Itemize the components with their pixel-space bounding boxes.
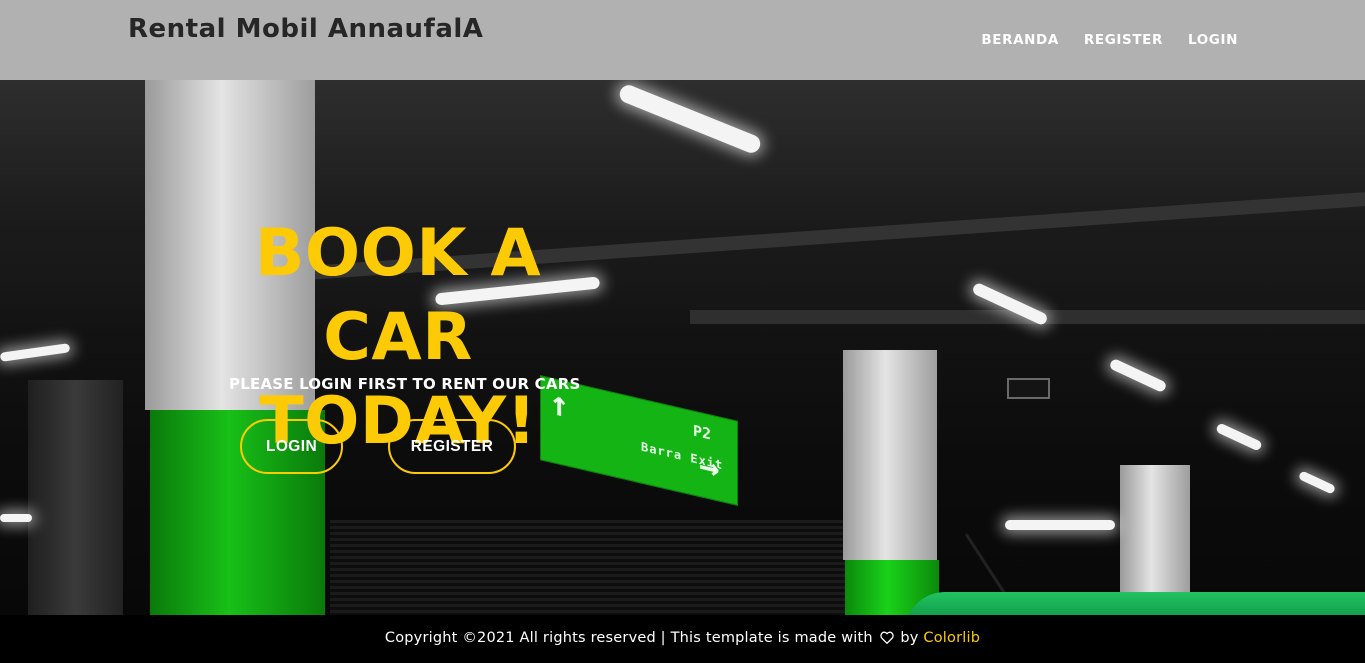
arrow-right-icon: → <box>699 444 720 490</box>
footer-by-text: by <box>900 630 919 646</box>
nav-link-login[interactable]: LOGIN <box>1188 32 1238 48</box>
green-car-roof <box>905 592 1365 615</box>
site-brand[interactable]: Rental Mobil AnnaufalA <box>128 14 483 44</box>
ceiling-light <box>1005 520 1115 530</box>
footer: Copyright ©2021 All rights reserved | Th… <box>0 615 1365 663</box>
ceiling-light <box>0 514 32 522</box>
login-button[interactable]: LOGIN <box>240 419 343 474</box>
nav-link-beranda[interactable]: BERANDA <box>981 32 1059 48</box>
ceiling-light <box>1297 470 1337 495</box>
footer-copyright-text: Copyright ©2021 All rights reserved | Th… <box>384 630 873 646</box>
parking-wall-slats <box>330 520 850 615</box>
sign-level-label: P2 <box>693 421 712 444</box>
ceiling-light <box>1108 357 1168 394</box>
heart-icon <box>879 631 894 648</box>
car-antenna <box>964 533 1009 598</box>
register-button[interactable]: REGISTER <box>388 419 516 474</box>
hero-section: ↑ P2 Barra Exit → BOOK A CAR TODAY! PLEA… <box>0 80 1365 615</box>
footer-colorlib-link[interactable]: Colorlib <box>923 630 980 646</box>
ceiling-sensor <box>1007 378 1050 399</box>
parking-pillar <box>843 350 937 560</box>
ceiling-light <box>0 343 71 362</box>
main-nav: BERANDA REGISTER LOGIN <box>981 32 1238 48</box>
top-navbar: Rental Mobil AnnaufalA BERANDA REGISTER … <box>0 0 1365 80</box>
hero-subtitle: PLEASE LOGIN FIRST TO RENT OUR CARS <box>229 375 581 393</box>
ceiling-light <box>1215 422 1263 452</box>
parking-pillar <box>28 380 123 615</box>
hero-title-line1: BOOK A CAR <box>254 216 542 375</box>
footer-copyright: Copyright ©2021 All rights reserved | Th… <box>385 630 980 648</box>
nav-link-register[interactable]: REGISTER <box>1084 32 1163 48</box>
